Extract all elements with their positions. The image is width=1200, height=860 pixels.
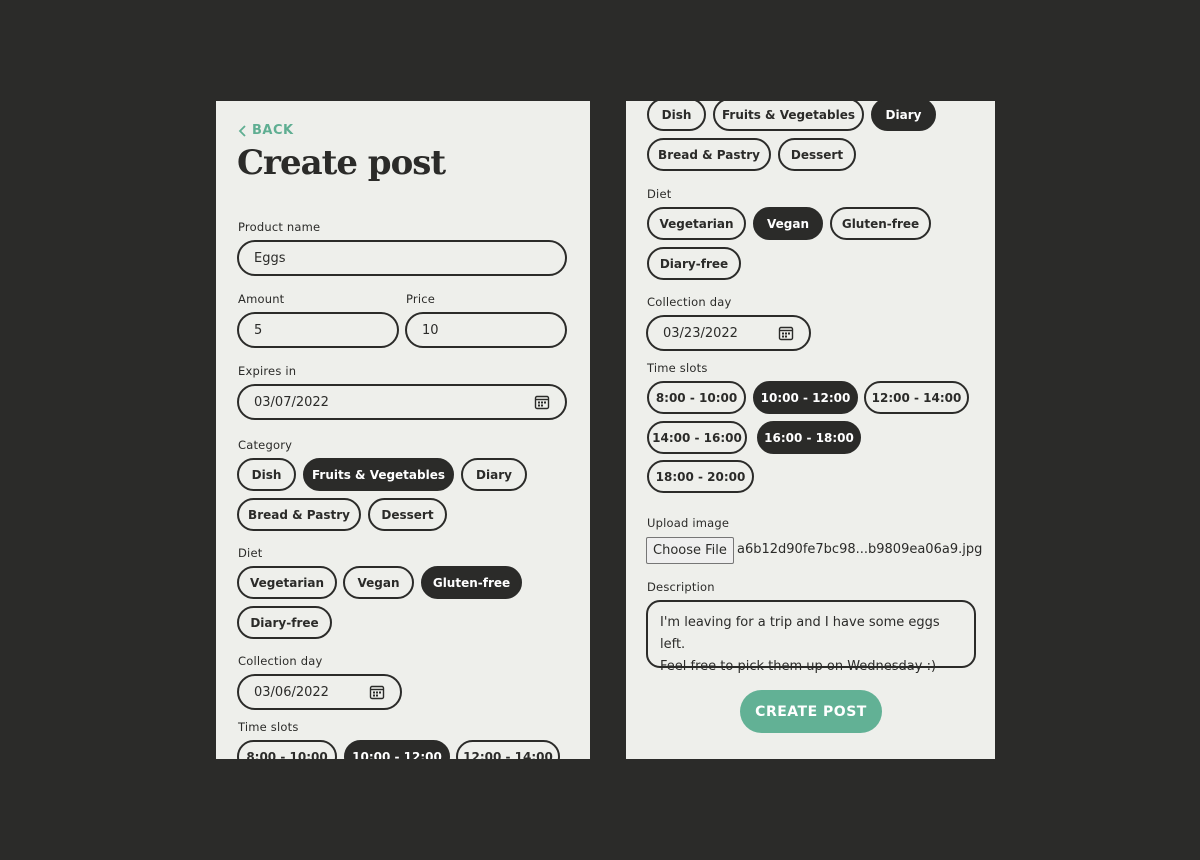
description-textarea[interactable]: I'm leaving for a trip and I have some e… [646, 600, 976, 674]
time-slot-chip[interactable]: 8:00 - 10:00 [647, 381, 746, 414]
diet-chip-vegan[interactable]: Vegan [753, 207, 823, 240]
price-value: 10 [422, 322, 439, 338]
category-chip-diary[interactable]: Diary [461, 458, 527, 491]
right-screen: Dish Fruits & Vegetables Diary Bread & P… [626, 101, 995, 759]
description-line-1: I'm leaving for a trip and I have some e… [660, 615, 940, 652]
time-slot-chip[interactable]: 14:00 - 16:00 [647, 421, 747, 454]
time-slot-chip[interactable]: 18:00 - 20:00 [647, 460, 754, 493]
diet-chip-gluten-free[interactable]: Gluten-free [421, 566, 522, 599]
diet-chip-vegetarian[interactable]: Vegetarian [237, 566, 337, 599]
expires-value: 03/07/2022 [254, 394, 329, 410]
time-slot-chip[interactable]: 12:00 - 14:00 [456, 740, 560, 759]
category-chip-diary[interactable]: Diary [871, 101, 936, 131]
choose-file-button[interactable]: Choose File [646, 537, 734, 564]
category-chip-fruits-vegetables[interactable]: Fruits & Vegetables [713, 101, 864, 131]
time-slots-label: Time slots [647, 361, 708, 375]
diet-chip-diary-free[interactable]: Diary-free [647, 247, 741, 280]
time-slot-chip[interactable]: 8:00 - 10:00 [237, 740, 337, 759]
collection-day-label: Collection day [647, 295, 732, 309]
time-slots-label: Time slots [238, 720, 299, 734]
create-post-button[interactable]: CREATE POST [740, 690, 882, 733]
upload-image-label: Upload image [647, 516, 730, 530]
category-chip-bread-pastry[interactable]: Bread & Pastry [237, 498, 361, 531]
collection-day-input[interactable]: 03/23/2022 [646, 315, 811, 351]
time-slot-chip[interactable]: 12:00 - 14:00 [864, 381, 969, 414]
diet-chip-vegetarian[interactable]: Vegetarian [647, 207, 746, 240]
category-chip-bread-pastry[interactable]: Bread & Pastry [647, 138, 771, 171]
back-link[interactable]: BACK [238, 123, 294, 138]
category-chip-fruits-vegetables[interactable]: Fruits & Vegetables [303, 458, 454, 491]
description-label: Description [647, 580, 715, 594]
diet-chip-gluten-free[interactable]: Gluten-free [830, 207, 931, 240]
time-slot-chip[interactable]: 10:00 - 12:00 [753, 381, 858, 414]
diet-chip-vegan[interactable]: Vegan [343, 566, 414, 599]
diet-chip-diary-free[interactable]: Diary-free [237, 606, 332, 639]
price-label: Price [406, 292, 436, 306]
diet-label: Diet [647, 187, 672, 201]
expires-date-input[interactable]: 03/07/2022 [237, 384, 567, 420]
calendar-icon[interactable] [534, 394, 550, 410]
chevron-left-icon [238, 124, 246, 137]
left-screen: BACK Create post Product name Eggs Amoun… [216, 101, 590, 759]
back-label: BACK [252, 123, 294, 138]
collection-day-value: 03/06/2022 [254, 684, 329, 700]
page-title: Create post [237, 143, 446, 183]
calendar-icon[interactable] [778, 325, 794, 341]
collection-day-input[interactable]: 03/06/2022 [237, 674, 402, 710]
category-chip-dessert[interactable]: Dessert [778, 138, 856, 171]
category-chip-dessert[interactable]: Dessert [368, 498, 447, 531]
price-input[interactable]: 10 [405, 312, 567, 348]
amount-label: Amount [238, 292, 285, 306]
amount-value: 5 [254, 322, 263, 338]
product-name-input[interactable]: Eggs [237, 240, 567, 276]
category-chip-dish[interactable]: Dish [647, 101, 706, 131]
category-chip-dish[interactable]: Dish [237, 458, 296, 491]
diet-label: Diet [238, 546, 263, 560]
expires-label: Expires in [238, 364, 297, 378]
amount-input[interactable]: 5 [237, 312, 399, 348]
product-name-label: Product name [238, 220, 321, 234]
category-label: Category [238, 438, 293, 452]
calendar-icon[interactable] [369, 684, 385, 700]
collection-day-label: Collection day [238, 654, 323, 668]
time-slot-chip[interactable]: 16:00 - 18:00 [757, 421, 861, 454]
time-slot-chip[interactable]: 10:00 - 12:00 [344, 740, 450, 759]
product-name-value: Eggs [254, 250, 286, 266]
file-name: a6b12d90fe7bc98...b9809ea06a9.jpg [737, 542, 983, 557]
description-line-2: Feel free to pick them up on Wednesday :… [660, 659, 937, 674]
collection-day-value: 03/23/2022 [663, 325, 738, 341]
